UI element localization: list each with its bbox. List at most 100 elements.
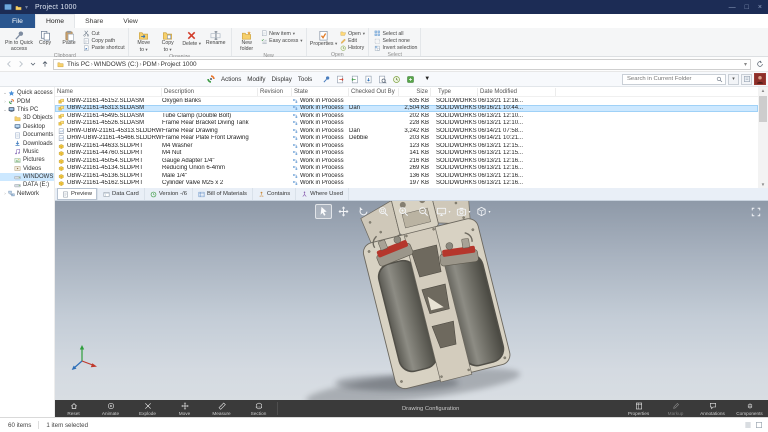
file-row[interactable]: UBW-21161-45495.SLDASM Tube Clamp (Double…: [55, 112, 758, 120]
preview-tab-bill-of-materials[interactable]: Bill of Materials: [193, 188, 253, 200]
properties-button[interactable]: Properties ▾: [310, 29, 338, 48]
pdm-menu-modify[interactable]: Modify: [247, 76, 265, 83]
paste-button[interactable]: Paste: [57, 29, 81, 47]
sidebar-item-this-pc[interactable]: ⌄ This PC: [0, 106, 54, 114]
column-header-description[interactable]: Description: [162, 87, 258, 96]
pan-tool[interactable]: [335, 204, 352, 219]
file-row[interactable]: UBW-21161-45152.SLDASM Oxygen Banks Work i…: [55, 97, 758, 105]
file-row[interactable]: DRW-UBW-21161-45313.SLDDRW Frame Rear Dra…: [55, 127, 758, 135]
zoom-in-tool[interactable]: [395, 204, 412, 219]
pdm-menu-tools[interactable]: Tools: [298, 76, 312, 83]
file-row[interactable]: UBW-21161-44760.SLDPRT M4 Nut Work in Proc…: [55, 150, 758, 158]
pdm-pin-button[interactable]: [321, 74, 332, 85]
sidebar-item-quick-access[interactable]: ⌄ Quick access: [0, 89, 54, 97]
file-row[interactable]: UBW-21161-45136.SLDPRT Male 1/4" Work in P…: [55, 172, 758, 180]
copy-to-button[interactable]: Copy to ▾: [156, 29, 180, 54]
sidebar-item-3d-objects[interactable]: 3D Objects: [0, 114, 54, 122]
configuration-label[interactable]: Drawing Configuration: [402, 400, 459, 417]
preview-tab-preview[interactable]: Preview: [57, 188, 98, 200]
sidebar-item-pdm[interactable]: › PDM: [0, 97, 54, 105]
search-icon[interactable]: [716, 76, 723, 83]
copy-button[interactable]: Copy: [33, 29, 57, 47]
close-button[interactable]: ×: [758, 4, 762, 11]
preview-tab-where-used[interactable]: Where Used: [296, 188, 349, 200]
vault-view-settings-icon[interactable]: [741, 73, 752, 85]
cut-button[interactable]: Cut: [83, 30, 125, 37]
tab-view[interactable]: View: [113, 14, 148, 28]
file-row[interactable]: UBW-21161-45134.SLDPRT Reducing Union 6-4…: [55, 165, 758, 173]
invert-selection-button[interactable]: Invert selection: [374, 45, 417, 52]
paste-shortcut-button[interactable]: Paste shortcut: [83, 45, 125, 52]
column-header-size[interactable]: Size: [399, 87, 431, 96]
details-view-icon[interactable]: [744, 421, 752, 429]
measure-button[interactable]: Measure: [203, 400, 240, 417]
minimize-button[interactable]: —: [729, 4, 736, 11]
quick-access-toolbar-icon[interactable]: [15, 4, 22, 11]
rename-button[interactable]: Rename: [204, 29, 228, 47]
file-row[interactable]: UBW-21161-45313.SLDASM Work in Process Dan…: [55, 104, 758, 112]
sidebar-item-network[interactable]: › Network: [0, 190, 54, 198]
select-none-button[interactable]: Select none: [374, 37, 417, 44]
get-latest-button[interactable]: [363, 74, 374, 85]
search-box[interactable]: [622, 73, 726, 85]
new-item-button[interactable]: New item ▾: [261, 30, 303, 37]
move-button[interactable]: Move: [166, 400, 203, 417]
search-options-caret[interactable]: ▾: [728, 73, 739, 85]
pdm-more-caret[interactable]: ▼: [424, 76, 430, 82]
column-header-revision[interactable]: Revision: [258, 87, 292, 96]
vault-button[interactable]: [405, 74, 416, 85]
column-header-name[interactable]: Name: [55, 87, 162, 96]
sidebar-item-music[interactable]: Music: [0, 148, 54, 156]
pdm-menu-display[interactable]: Display: [272, 76, 292, 83]
history-button[interactable]: History: [340, 45, 365, 52]
scrollbar-thumb[interactable]: [759, 96, 767, 122]
breadcrumb-pdm[interactable]: PDM: [141, 61, 157, 68]
up-button[interactable]: [39, 59, 50, 70]
refresh-button[interactable]: [754, 59, 765, 70]
breadcrumb-this-pc[interactable]: This PC: [66, 61, 91, 68]
snapshot-tool[interactable]: ▾: [455, 204, 472, 219]
column-header-type[interactable]: Type: [436, 87, 478, 96]
fullscreen-expand-icon[interactable]: [749, 205, 763, 217]
search-input[interactable]: [625, 75, 716, 83]
preview-viewport[interactable]: ▾ ▾ ▾: [55, 201, 768, 400]
select-all-button[interactable]: Select all: [374, 30, 417, 37]
move-to-button[interactable]: Move to ▾: [132, 29, 156, 54]
column-header-checked-out-by[interactable]: Checked Out By: [349, 87, 399, 96]
preview-tab-data-card[interactable]: Data Card: [98, 188, 145, 200]
zoom-out-tool[interactable]: [415, 204, 432, 219]
properties-button[interactable]: Properties: [620, 400, 657, 417]
reset-button[interactable]: Reset: [55, 400, 92, 417]
breadcrumb-windows-c[interactable]: WINDOWS (C:): [93, 61, 140, 68]
edit-button[interactable]: Edit: [340, 37, 365, 44]
back-button[interactable]: [3, 59, 14, 70]
open-button[interactable]: Open ▾: [340, 30, 365, 37]
sidebar-item-data-e[interactable]: DATA (E:): [0, 181, 54, 189]
zoom-area-tool[interactable]: [375, 204, 392, 219]
breadcrumb-project-1000[interactable]: Project 1000: [160, 61, 198, 68]
tab-share[interactable]: Share: [75, 14, 113, 28]
file-row[interactable]: DRW-UBW-21161-45466.SLDDRW Frame Rear Pla…: [55, 135, 758, 143]
scroll-down-icon[interactable]: ▼: [761, 181, 765, 188]
search-files-button[interactable]: [377, 74, 388, 85]
check-in-button[interactable]: [349, 74, 360, 85]
tab-file[interactable]: File: [0, 14, 35, 28]
sidebar-item-desktop[interactable]: Desktop: [0, 123, 54, 131]
sidebar-item-videos[interactable]: Videos: [0, 165, 54, 173]
address-dropdown-caret[interactable]: ▾: [744, 61, 747, 68]
delete-button[interactable]: Delete ▾: [180, 29, 204, 48]
tab-home[interactable]: Home: [34, 14, 76, 28]
file-row[interactable]: UBW-21161-45526.SLDASM Frame Rear Bracket…: [55, 120, 758, 128]
rotate-tool[interactable]: [355, 204, 372, 219]
easy-access-button[interactable]: Easy access ▾: [261, 37, 303, 44]
section-button[interactable]: Section: [240, 400, 277, 417]
scroll-up-icon[interactable]: ▲: [761, 87, 765, 94]
column-header-state[interactable]: State: [292, 87, 349, 96]
qat-customize-caret[interactable]: ▾: [25, 4, 28, 11]
file-list-scrollbar[interactable]: ▲ ▼: [758, 87, 768, 188]
sidebar-item-windows-c[interactable]: WINDOWS (C:): [0, 172, 54, 182]
file-history-button[interactable]: [391, 74, 402, 85]
file-row[interactable]: UBW-21161-45162.SLDPRT Cylinder Valve M25…: [55, 180, 758, 188]
sidebar-item-pictures[interactable]: Pictures: [0, 156, 54, 164]
select-tool[interactable]: [315, 204, 332, 219]
